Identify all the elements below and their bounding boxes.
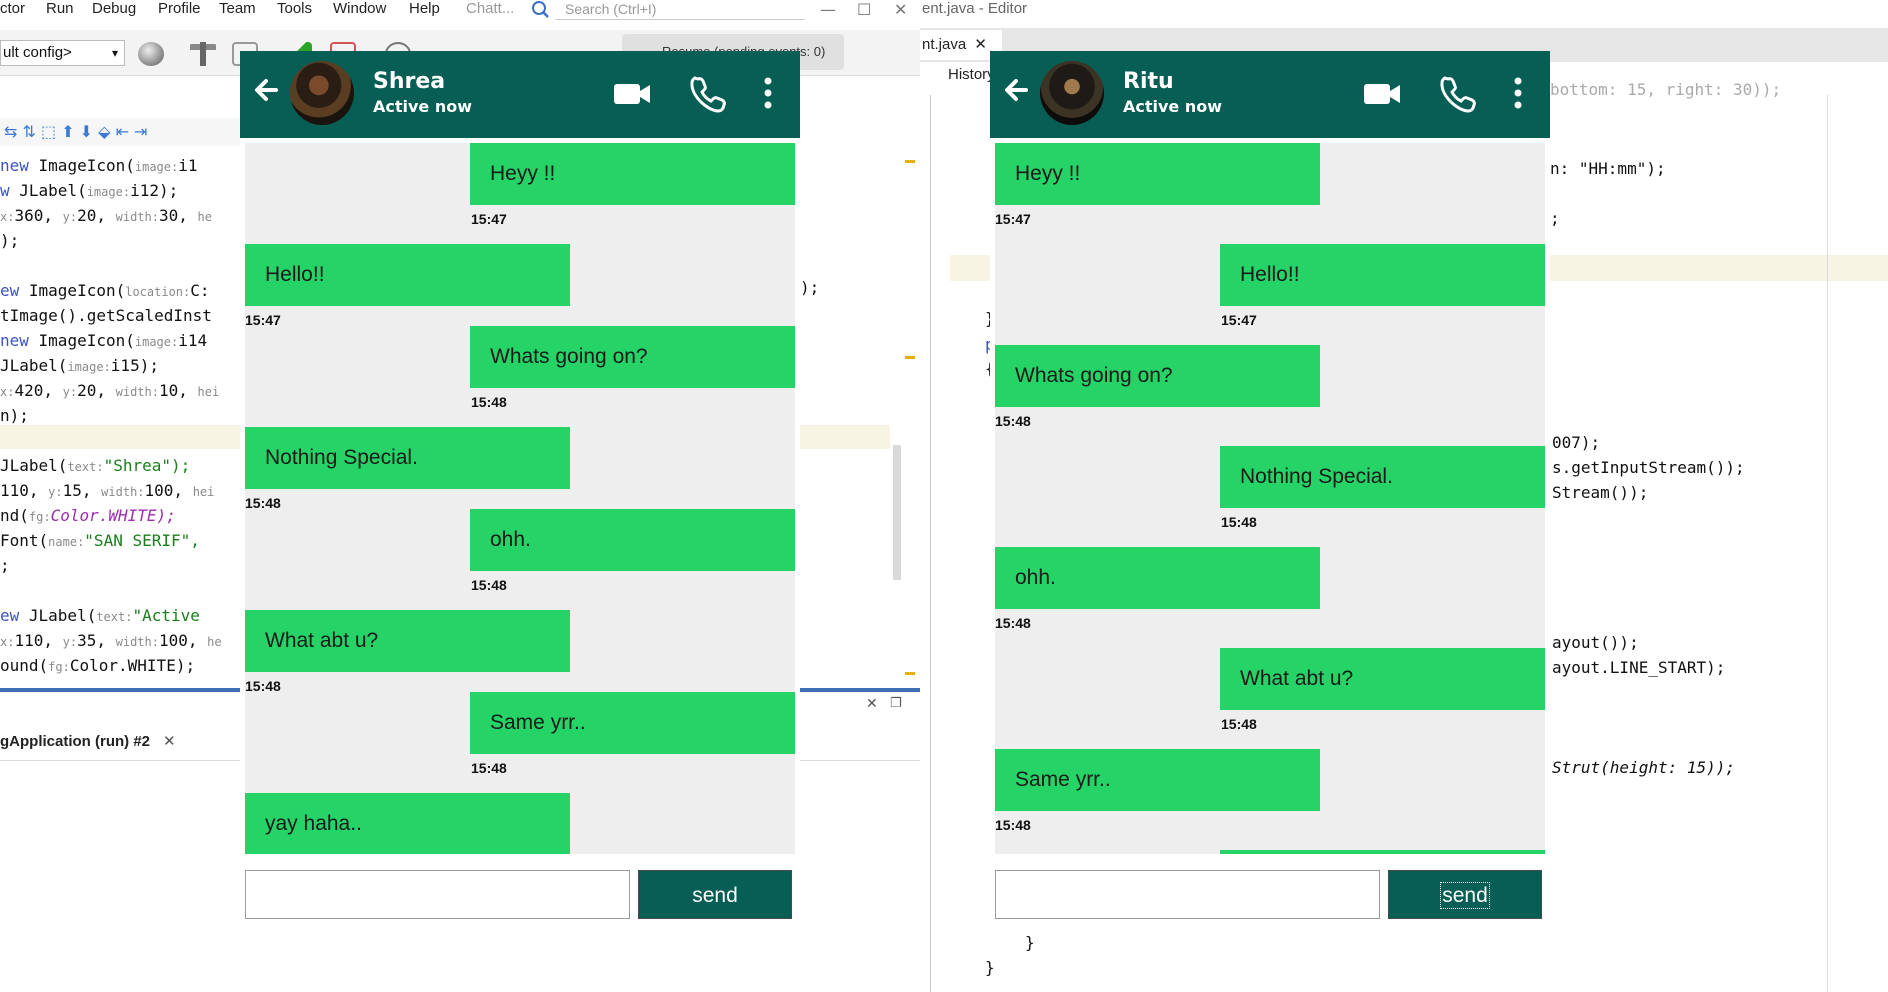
message-time: 15:48 (245, 495, 281, 511)
menu-item-help[interactable]: Help (409, 0, 440, 17)
send-button-label: send (692, 884, 738, 907)
window-title: ent.java - Editor (922, 0, 1028, 17)
message-list[interactable]: Heyy !! 15:47 Hello!! 15:47 Whats going … (245, 143, 795, 854)
message-time: 15:48 (995, 817, 1031, 833)
chat-window-shrea: Shrea Active now Heyy !! 15:47 Hello!! 1… (240, 51, 800, 930)
search-icon (530, 0, 554, 20)
more-vert-icon[interactable] (1496, 71, 1540, 115)
message-bubble-sent: Hello!! (1220, 244, 1545, 306)
contact-status: Active now (1123, 97, 1223, 116)
avatar[interactable] (1040, 61, 1104, 125)
chat-window-ritu: Ritu Active now Heyy !! 15:47 Hello!! 15… (990, 51, 1550, 930)
message-time: 15:47 (471, 211, 507, 227)
toolbar-icons[interactable]: ⇆ ⇅ ⬚ ⬆ ⬇ ⬙ ⇤ ⇥ (4, 122, 147, 141)
tab-label: nt.java (922, 36, 967, 53)
menu-item-team[interactable]: Team (219, 0, 256, 17)
send-button[interactable]: send (638, 870, 792, 919)
message-time: 15:47 (995, 211, 1031, 227)
message-time: 15:48 (471, 577, 507, 593)
config-select-value: ult config> (3, 44, 72, 61)
message-bubble-received: Same yrr.. (995, 749, 1320, 811)
globe-icon[interactable] (138, 42, 164, 66)
message-time: 15:48 (1221, 514, 1257, 530)
message-bubble-sent: Same yrr.. (470, 692, 795, 754)
contact-name: Ritu (1123, 69, 1174, 94)
project-label: Chatt... (466, 0, 515, 17)
message-bubble-received: What abt u? (245, 610, 570, 672)
phone-icon[interactable] (686, 71, 730, 115)
warning-marker[interactable] (905, 672, 915, 675)
message-time: 15:48 (995, 413, 1031, 429)
margin-line (1827, 95, 1828, 992)
output-tab[interactable]: gApplication (run) #2 ✕ (0, 728, 200, 756)
message-time: 15:48 (995, 615, 1031, 631)
close-icon[interactable]: ✕ (974, 36, 987, 53)
message-bubble-received: yay haha.. (245, 793, 570, 854)
history-tab[interactable]: History (948, 66, 995, 83)
editor-toolbar: ⇆ ⇅ ⬚ ⬆ ⬇ ⬙ ⇤ ⇥ (0, 118, 240, 146)
message-time: 15:48 (471, 760, 507, 776)
search-input[interactable]: Search (Ctrl+I) (555, 0, 805, 20)
output-tab-label: gApplication (run) #2 (0, 733, 150, 750)
menu-item-profile[interactable]: Profile (158, 0, 201, 17)
message-list[interactable]: Heyy !! 15:47 Hello!! 15:47 Whats going … (995, 143, 1545, 854)
video-call-icon[interactable] (1360, 71, 1404, 115)
message-input[interactable] (995, 870, 1380, 919)
close-panel-icon[interactable]: ✕ (866, 696, 878, 712)
message-bubble-received: Nothing Special. (245, 427, 570, 489)
send-button-label: send (1440, 882, 1490, 909)
message-bubble-received: Heyy !! (995, 143, 1320, 205)
message-bubble-sent: What abt u? (1220, 648, 1545, 710)
video-call-icon[interactable] (610, 71, 654, 115)
message-time: 15:47 (245, 312, 281, 328)
message-bubble-received: Hello!! (245, 244, 570, 306)
warning-marker[interactable] (905, 160, 915, 163)
more-vert-icon[interactable] (746, 71, 790, 115)
minimize-icon[interactable]: — (820, 0, 836, 19)
restore-panel-icon[interactable]: ❐ (890, 696, 902, 711)
message-bubble-sent: ohh. (470, 509, 795, 571)
message-time: 15:48 (245, 678, 281, 694)
back-arrow-icon[interactable] (996, 69, 1038, 111)
close-icon[interactable]: ✕ (163, 728, 176, 756)
menu-item-window[interactable]: Window (333, 0, 386, 17)
message-bubble-sent: Whats going on? (470, 326, 795, 388)
menu-item-tools[interactable]: Tools (277, 0, 312, 17)
message-bubble-received: Whats going on? (995, 345, 1320, 407)
message-bubble-received: ohh. (995, 547, 1320, 609)
message-bubble-sent-partial (1220, 850, 1545, 854)
code-lines-left: new ImageIcon(image:i1 w JLabel(image:i1… (0, 156, 222, 675)
send-button[interactable]: send (1388, 870, 1542, 919)
menu-item-debug[interactable]: Debug (92, 0, 136, 17)
code-fragment: ); (800, 278, 820, 297)
build-hammer-icon[interactable] (190, 42, 216, 66)
menu-item-run[interactable]: Run (46, 0, 74, 17)
contact-name: Shrea (373, 69, 446, 94)
maximize-icon[interactable]: ☐ (857, 0, 871, 19)
menu-item[interactable]: ctor (0, 0, 25, 17)
warning-marker[interactable] (905, 356, 915, 359)
message-bubble-sent: Heyy !! (470, 143, 795, 205)
chat-header: Shrea Active now (240, 51, 800, 138)
chat-header: Ritu Active now (990, 51, 1550, 138)
message-time: 15:48 (471, 394, 507, 410)
chevron-down-icon: ▾ (111, 46, 118, 60)
contact-status: Active now (373, 97, 473, 116)
message-bubble-sent: Nothing Special. (1220, 446, 1545, 508)
message-input[interactable] (245, 870, 630, 919)
phone-icon[interactable] (1436, 71, 1480, 115)
message-time: 15:47 (1221, 312, 1257, 328)
back-arrow-icon[interactable] (246, 69, 288, 111)
editor-gutter (930, 95, 931, 992)
close-window-icon[interactable]: ✕ (894, 0, 907, 19)
message-time: 15:48 (1221, 716, 1257, 732)
editor-scrollbar[interactable] (893, 445, 901, 580)
avatar[interactable] (290, 61, 354, 125)
config-select[interactable]: ult config> ▾ (0, 40, 125, 66)
